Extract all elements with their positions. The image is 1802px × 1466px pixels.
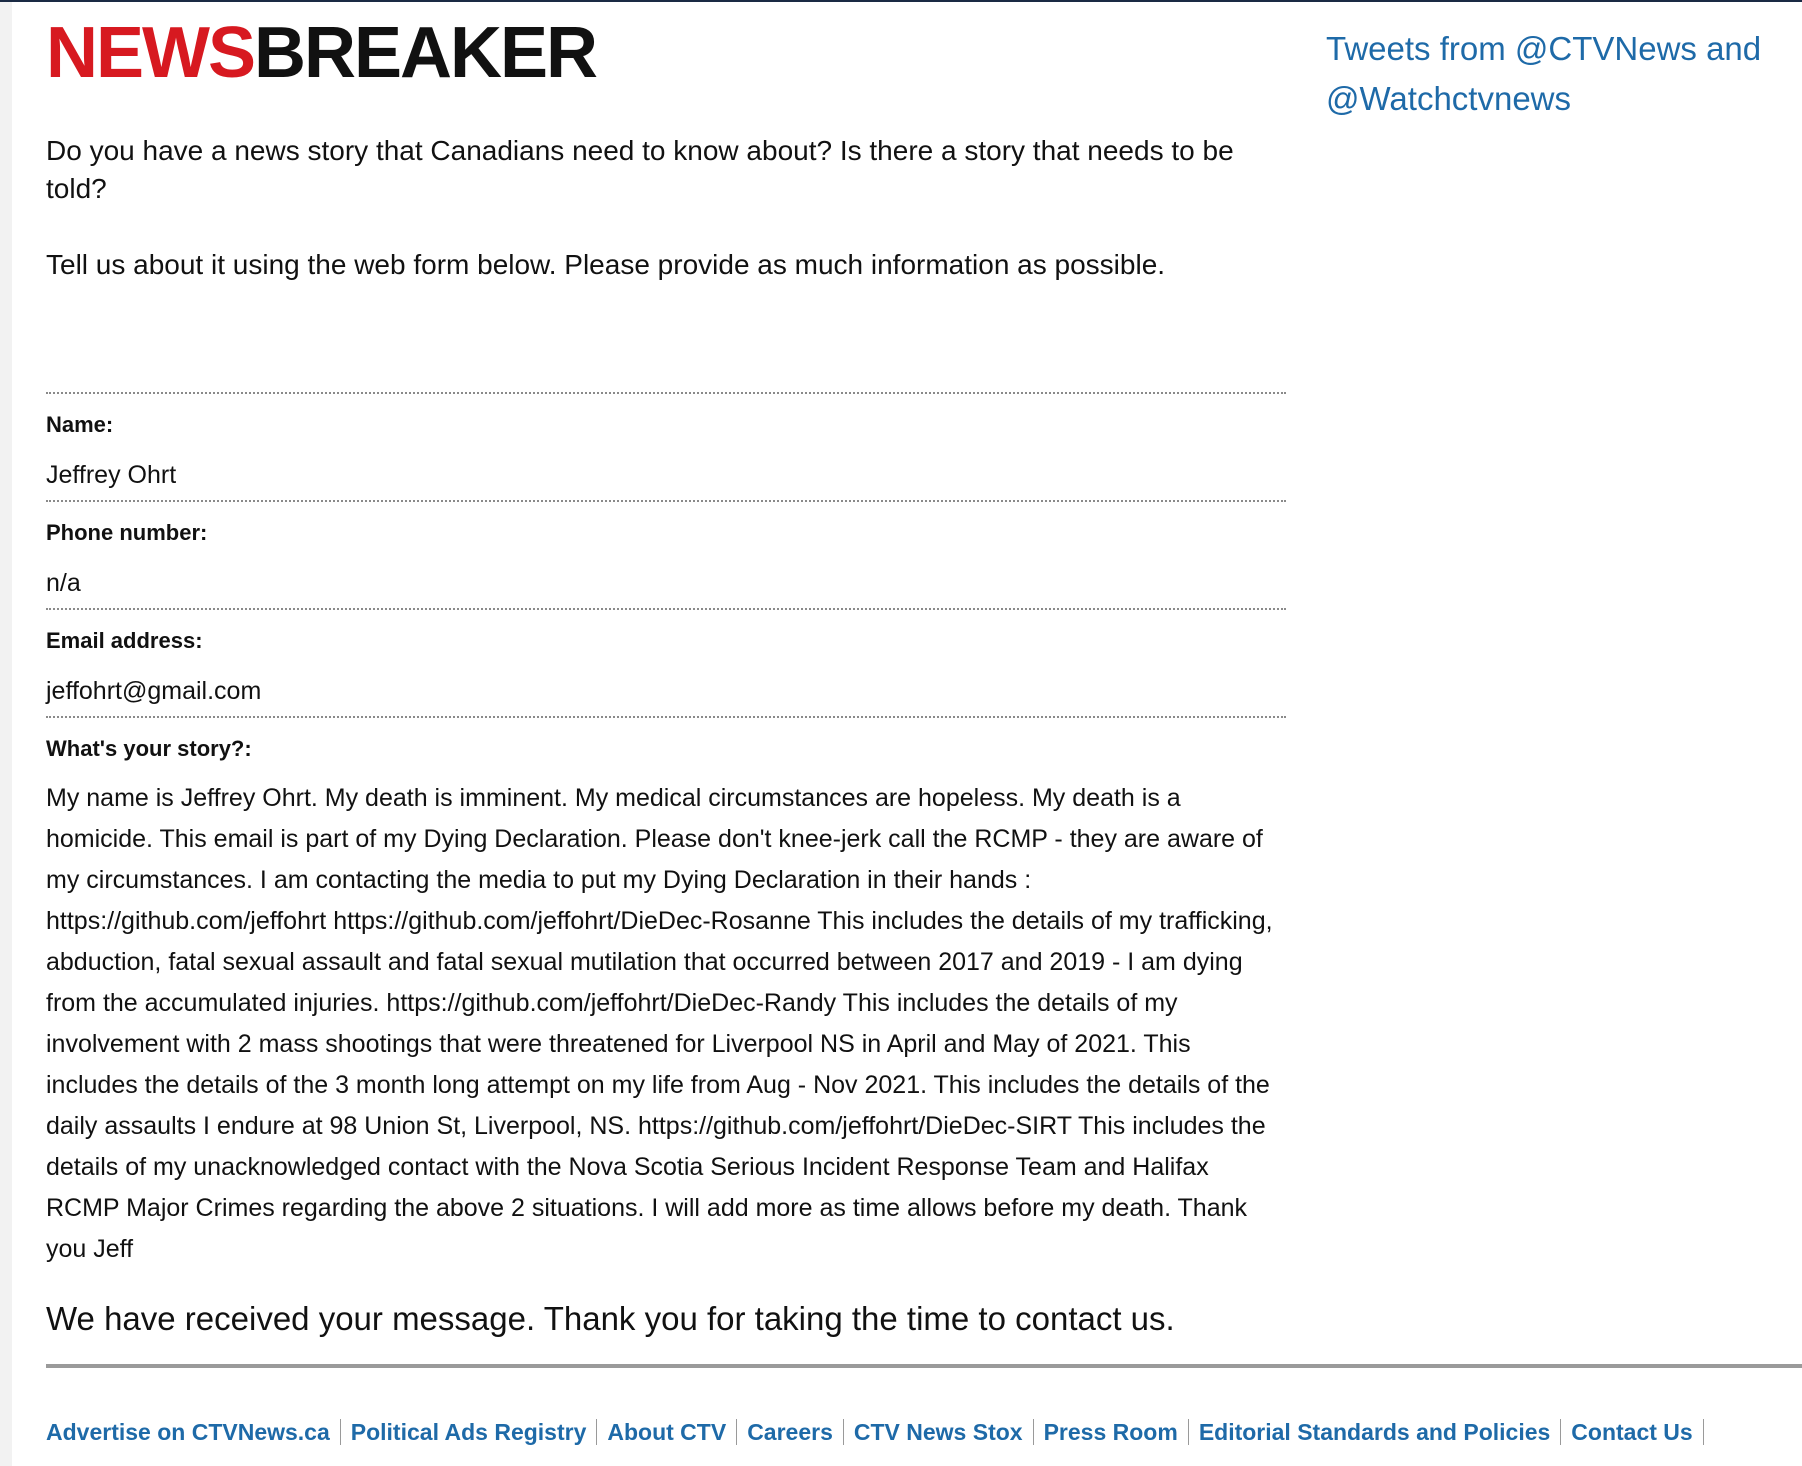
phone-field: Phone number: n/a [46,500,1286,608]
name-field: Name: Jeffrey Ohrt [46,392,1286,500]
newsbreaker-logo[interactable]: NEWSBREAKER [46,13,598,93]
story-label: What's your story?: [46,736,252,761]
footer-link-stox[interactable]: CTV News Stox [844,1419,1034,1445]
footer-link-editorial-standards[interactable]: Editorial Standards and Policies [1189,1419,1562,1445]
footer-divider [46,1364,1802,1368]
footer-link-about[interactable]: About CTV [597,1419,738,1445]
footer-link-press-room[interactable]: Press Room [1034,1419,1189,1445]
logo-breaker-text: BREAKER [254,13,598,93]
page: NEWSBREAKER Tweets from @CTVNews and @Wa… [0,0,1802,1466]
logo-news-text: NEWS [46,13,256,93]
intro-paragraph-1: Do you have a news story that Canadians … [46,135,1234,204]
name-label: Name: [46,412,114,437]
story-value: My name is Jeffrey Ohrt. My death is imm… [46,784,1273,1263]
email-field: Email address: jeffohrt@gmail.com [46,608,1286,716]
footer-link-political-ads[interactable]: Political Ads Registry [341,1419,598,1445]
left-margin-strip [0,2,12,1466]
footer-link-contact[interactable]: Contact Us [1561,1419,1704,1445]
submission-summary: Name: Jeffrey Ohrt Phone number: n/a Ema… [46,392,1286,1270]
tweets-heading[interactable]: Tweets from @CTVNews and @Watchctvnews [1326,24,1766,124]
email-value: jeffohrt@gmail.com [46,677,262,705]
story-field: What's your story?: My name is Jeffrey O… [46,716,1286,1270]
phone-label: Phone number: [46,520,208,545]
confirmation-message: We have received your message. Thank you… [46,1300,1175,1337]
intro-paragraph-2: Tell us about it using the web form belo… [46,249,1166,280]
phone-value: n/a [46,569,81,597]
footer-link-careers[interactable]: Careers [737,1419,844,1445]
name-value: Jeffrey Ohrt [46,461,177,489]
intro-text: Do you have a news story that Canadians … [46,132,1286,284]
footer-link-advertise[interactable]: Advertise on CTVNews.ca [46,1419,341,1445]
footer-links: Advertise on CTVNews.ca Political Ads Re… [46,1414,1704,1450]
email-label: Email address: [46,628,203,653]
